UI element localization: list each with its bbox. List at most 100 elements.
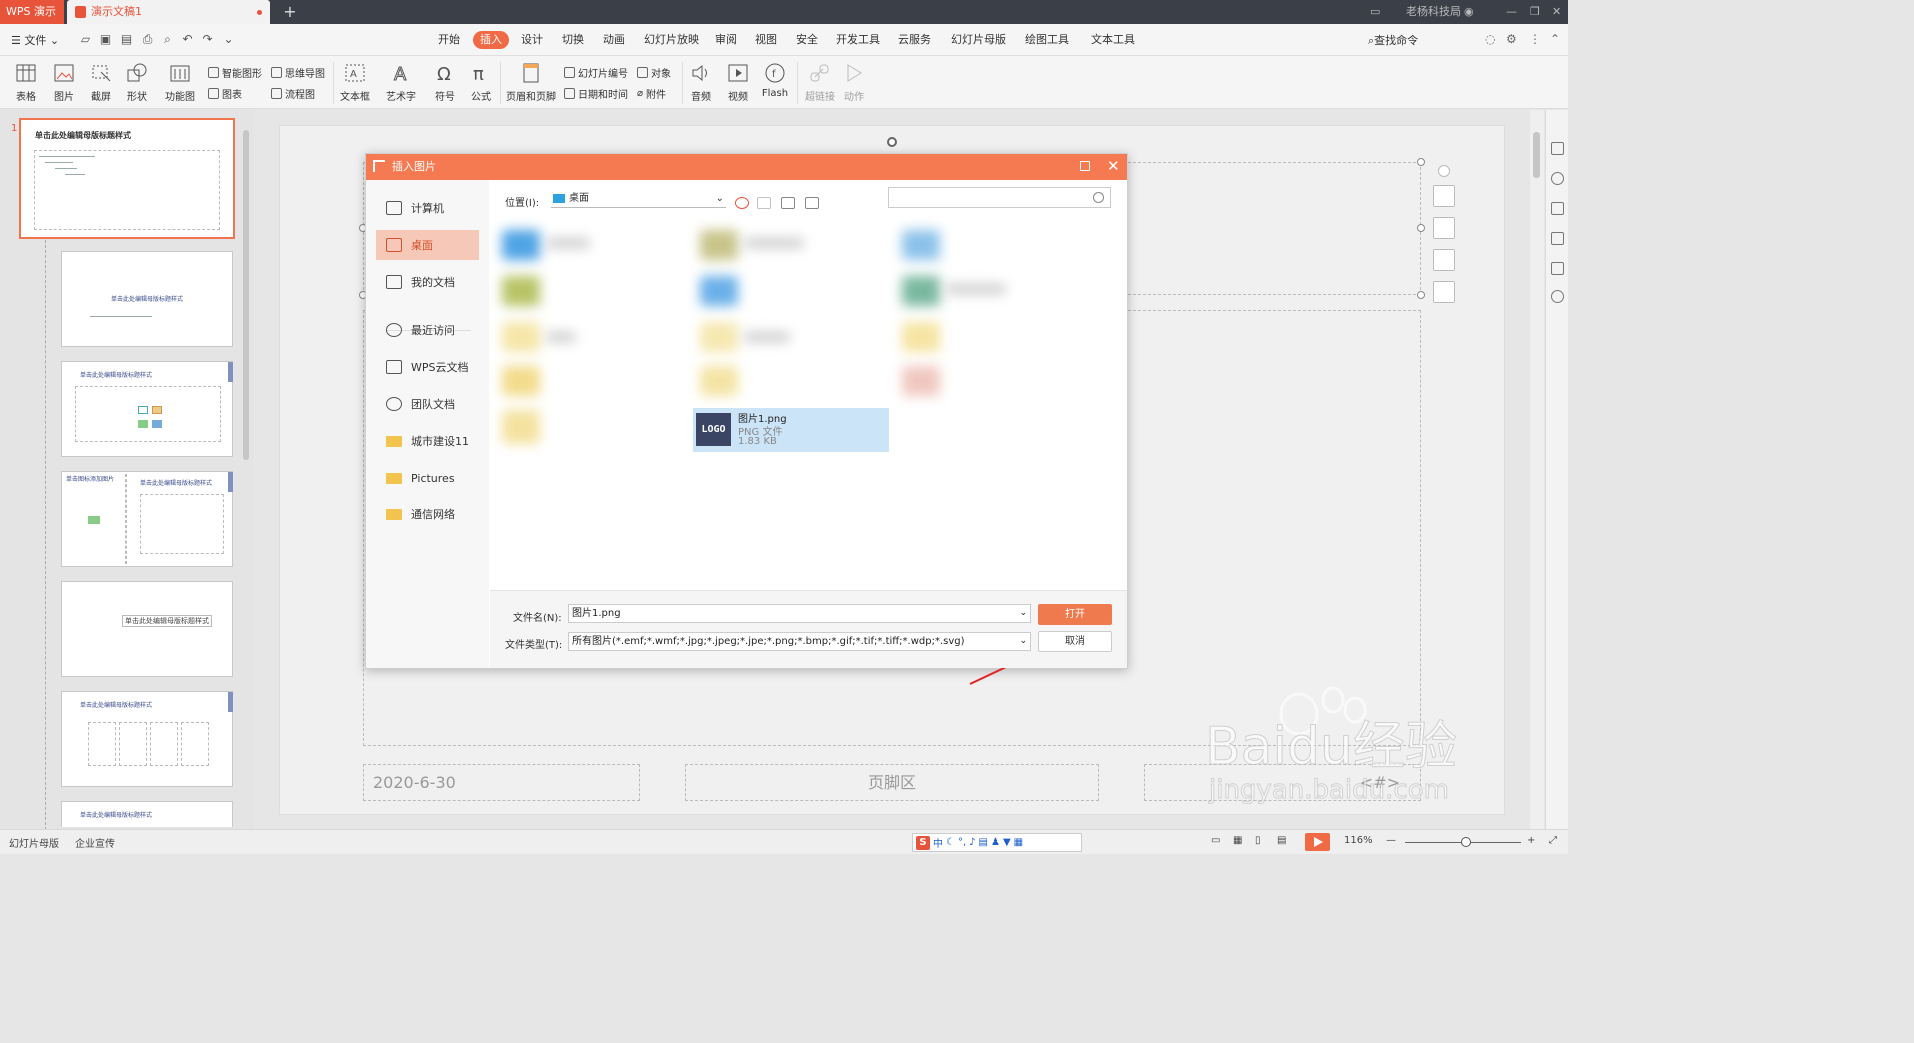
picture-button[interactable]: 图片 <box>49 62 79 103</box>
chart-button[interactable]: 图表 <box>208 86 242 101</box>
blurred-file[interactable] <box>700 276 738 306</box>
collapse-ribbon-icon[interactable]: ⌃ <box>1550 32 1560 46</box>
rotate-handle[interactable] <box>887 137 897 147</box>
tab-animation[interactable]: 动画 <box>596 31 632 49</box>
zoom-in-icon[interactable]: + <box>1527 835 1535 846</box>
ime-mode[interactable]: 中 <box>933 835 943 850</box>
resize-handle[interactable] <box>1417 224 1425 232</box>
restore-icon[interactable]: ❐ <box>1530 0 1540 24</box>
mic-icon[interactable]: ♪ <box>969 837 975 848</box>
tab-transition[interactable]: 切换 <box>555 31 591 49</box>
open-button[interactable]: 打开 <box>1038 604 1112 625</box>
export-pdf-icon[interactable]: ▤ <box>120 33 133 46</box>
hyperlink-button[interactable]: 超链接 <box>803 62 837 103</box>
nav-folder-pictures[interactable]: Pictures <box>376 463 479 493</box>
notes-view-icon[interactable]: ▤ <box>1277 835 1286 846</box>
maximize-icon[interactable] <box>1080 161 1090 171</box>
theme-label[interactable]: 企业宣传 <box>75 835 115 850</box>
nav-folder-network[interactable]: 通信网络 <box>376 499 479 529</box>
master-thumbnail[interactable]: 单击此处编辑母版标题样式 <box>19 118 235 239</box>
archive-icon[interactable] <box>1551 202 1564 215</box>
history-icon[interactable] <box>1551 290 1564 303</box>
user-name[interactable]: 老杨科技局 <box>1406 0 1461 24</box>
scrollbar-thumb[interactable] <box>243 130 249 460</box>
blurred-file[interactable] <box>502 276 540 306</box>
reading-view-icon[interactable]: ▯ <box>1255 835 1261 846</box>
moon-icon[interactable]: ☾ <box>946 837 955 848</box>
tab-insert[interactable]: 插入 <box>473 31 509 49</box>
sorter-view-icon[interactable]: ▦ <box>1233 835 1242 846</box>
app-tab[interactable]: WPS 演示 <box>0 0 64 24</box>
keyboard-icon[interactable]: ▤ <box>979 837 988 848</box>
cancel-button[interactable]: 取消 <box>1038 631 1112 652</box>
play-slideshow-button[interactable] <box>1305 833 1330 851</box>
textbox-button[interactable]: A 文本框 <box>336 62 374 103</box>
save-icon[interactable]: ▣ <box>99 33 112 46</box>
art-text-button[interactable]: A 艺术字 <box>382 62 420 104</box>
frame-icon[interactable] <box>1433 281 1455 303</box>
dialog-search-input[interactable] <box>888 187 1111 208</box>
undo-icon[interactable]: ↶ <box>181 33 194 46</box>
layout-thumbnail-5[interactable]: 单击此处编辑母版标题样式 <box>61 581 233 677</box>
avatar[interactable]: ◉ <box>1464 0 1474 24</box>
symbol-button[interactable]: Ω 符号 <box>430 62 460 103</box>
nav-wps-cloud[interactable]: WPS云文档 <box>376 352 479 382</box>
footer-placeholder[interactable]: 页脚区 <box>685 764 1099 801</box>
blurred-file[interactable] <box>902 366 940 396</box>
share-icon[interactable] <box>1551 172 1564 185</box>
tab-slide-master[interactable]: 幻灯片母版 <box>944 31 1013 49</box>
date-placeholder[interactable]: 2020-6-30 <box>363 764 640 801</box>
slide-number-button[interactable]: 幻灯片编号 <box>564 65 628 80</box>
redo-icon[interactable]: ↷ <box>201 33 214 46</box>
tab-security[interactable]: 安全 <box>789 31 825 49</box>
nav-recent[interactable]: 最近访问 <box>376 315 479 345</box>
print-preview-icon[interactable]: ⌕ <box>161 33 174 46</box>
new-folder-icon[interactable] <box>781 197 795 209</box>
customize-icon[interactable]: ⌄ <box>222 33 235 46</box>
star-icon[interactable] <box>1551 232 1564 245</box>
layout-thumbnail-4[interactable]: 单击图标添加图片 单击此处编辑母版标题样式 <box>61 471 233 567</box>
open-icon[interactable]: ▱ <box>79 33 92 46</box>
input-method-bar[interactable]: S 中 ☾ °, ♪ ▤ ♟ ▼ ▦ <box>912 833 1082 852</box>
layout-icon[interactable]: ▭ <box>1370 0 1380 24</box>
action-button[interactable]: 动作 <box>839 62 869 103</box>
canvas-scrollbar[interactable] <box>1530 110 1544 829</box>
copy-icon[interactable] <box>1551 142 1564 155</box>
settings-icon[interactable]: ⚙ <box>1506 32 1517 46</box>
punctuation-icon[interactable]: °, <box>958 837 966 848</box>
thumbnail-scrollbar[interactable] <box>241 116 250 825</box>
layout-thumbnail-2[interactable]: 单击此处编辑母版标题样式 <box>61 251 233 347</box>
blurred-file[interactable] <box>700 322 738 352</box>
more-icon[interactable]: ⋮ <box>1529 32 1541 46</box>
table-button[interactable]: 表格 <box>11 62 41 103</box>
user-icon[interactable]: ♟ <box>991 837 1000 848</box>
blurred-file[interactable] <box>502 410 540 444</box>
blurred-file[interactable] <box>902 276 940 306</box>
screenshot-button[interactable]: 截屏 <box>86 62 116 103</box>
audio-button[interactable]: 音频 <box>686 62 716 103</box>
blurred-file[interactable] <box>700 366 738 396</box>
zoom-slider-knob[interactable] <box>1461 837 1471 847</box>
eraser-icon[interactable] <box>1433 249 1455 271</box>
nav-my-documents[interactable]: 我的文档 <box>376 267 479 297</box>
shirt-icon[interactable]: ▼ <box>1003 837 1011 848</box>
grid-icon[interactable]: ▦ <box>1014 837 1023 848</box>
file-menu[interactable]: ☰ 文件 ⌄ <box>11 32 59 48</box>
back-icon[interactable] <box>735 197 749 209</box>
sliders-icon[interactable] <box>1551 262 1564 275</box>
collapse-icon[interactable] <box>1438 165 1450 177</box>
close-icon[interactable]: ✕ <box>1107 156 1120 176</box>
blurred-file[interactable] <box>502 230 540 260</box>
tab-cloud[interactable]: 云服务 <box>891 31 938 49</box>
flash-button[interactable]: f Flash <box>760 62 790 99</box>
zoom-level[interactable]: 116% <box>1344 835 1373 846</box>
new-tab-icon[interactable]: + <box>282 2 298 22</box>
print-icon[interactable]: ⎙ <box>141 33 154 46</box>
smart-shape-button[interactable]: 智能图形 <box>208 65 262 80</box>
blurred-file[interactable] <box>700 230 738 260</box>
close-icon[interactable]: ✕ <box>1552 0 1561 24</box>
layers-icon[interactable] <box>1433 185 1455 207</box>
formula-button[interactable]: π 公式 <box>466 62 496 103</box>
datetime-button[interactable]: 日期和时间 <box>564 86 628 101</box>
selected-file-item[interactable]: LOGO 图片1.png PNG 文件 1.83 KB <box>693 408 889 452</box>
